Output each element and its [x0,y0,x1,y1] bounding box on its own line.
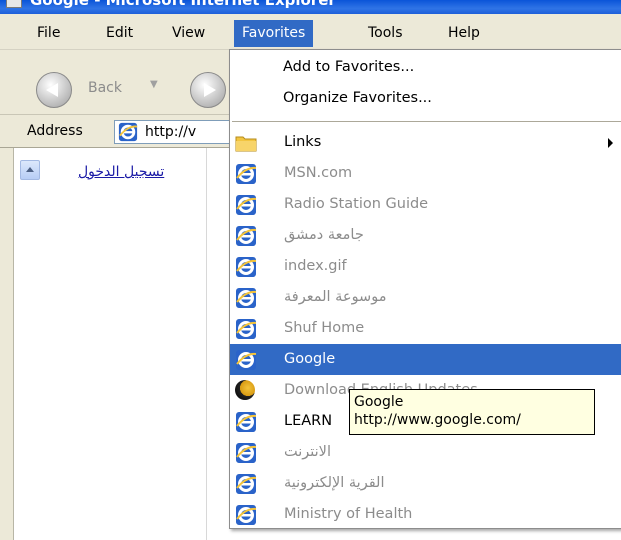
favorites-item-radio[interactable]: Radio Station Guide [230,189,621,220]
folder-icon [235,132,257,154]
ie-icon [235,411,257,433]
favorites-item-label: Links [284,134,322,150]
menu-tools[interactable]: Tools [360,20,411,47]
app-icon [6,0,22,8]
forward-arrow-icon[interactable] [190,72,226,108]
favorites-item-e-village[interactable]: القرية الإلكترونية [230,468,621,499]
scroll-up-icon[interactable] [20,160,40,180]
tooltip-title: Google [354,394,404,410]
back-dropdown-icon[interactable]: ▼ [150,79,158,90]
window-title: Google - Microsoft Internet Explorer [30,0,336,9]
favorites-item-label: الانترنت [284,444,331,460]
tooltip: Google http://www.google.com/ [349,389,595,435]
ie-icon [235,256,257,278]
ie-icon [235,442,257,464]
ie-icon [118,122,138,142]
menu-view[interactable]: View [164,20,213,47]
favorites-item-label: Shuf Home [284,320,365,336]
organize-favorites-item[interactable]: Organize Favorites... [230,83,621,114]
favorites-item-msn[interactable]: MSN.com [230,158,621,189]
address-text: http://v [145,124,197,140]
favorites-item-damascus-university[interactable]: جامعة دمشق [230,220,621,251]
page-left-edge [0,148,14,540]
favorites-dropdown: Add to Favorites... Organize Favorites..… [229,49,621,529]
favorites-item-label: MSN.com [284,165,353,181]
menu-separator [232,121,621,122]
divider [206,148,207,540]
back-button-label[interactable]: Back [88,80,122,96]
favorites-item-ministry-of-health[interactable]: Ministry of Health [230,499,621,530]
favorites-item-label: موسوعة المعرفة [284,289,387,305]
ie-icon [235,473,257,495]
ie-icon [235,318,257,340]
title-bar: Google - Microsoft Internet Explorer [0,0,621,14]
menu-help[interactable]: Help [440,20,488,47]
back-arrow-icon[interactable] [36,72,72,108]
favorites-item-label: القرية الإلكترونية [284,475,385,491]
submenu-arrow-icon [608,138,613,148]
address-label: Address [27,123,83,139]
favorites-item-internet[interactable]: الانترنت [230,437,621,468]
menu-file[interactable]: File [29,20,68,47]
favorites-item-links[interactable]: Links [230,127,621,158]
ie-icon [235,504,257,526]
ie-icon [235,194,257,216]
menu-favorites[interactable]: Favorites [234,20,314,47]
favorites-item-index-gif[interactable]: index.gif [230,251,621,282]
ie-icon [235,225,257,247]
organize-favorites-label: Organize Favorites... [283,90,432,106]
favorites-item-label: Ministry of Health [284,506,413,522]
favorites-item-label: Radio Station Guide [284,196,429,212]
ie-icon [235,349,257,371]
favorites-item-google[interactable]: Google [230,344,621,375]
favorites-item-label: جامعة دمشق [284,227,364,243]
tooltip-url: http://www.google.com/ [354,412,521,428]
menu-bar: File Edit View Favorites Tools Help [0,14,621,50]
ie-icon [235,163,257,185]
favorites-item-label: index.gif [284,258,347,274]
ie-icon [235,287,257,309]
favorites-item-label: Google [284,351,336,367]
moon-icon [235,380,257,402]
add-to-favorites-label: Add to Favorites... [283,59,415,75]
favorites-item-label: LEARN [284,413,333,429]
menu-edit[interactable]: Edit [98,20,141,47]
favorites-item-shuf-home[interactable]: Shuf Home [230,313,621,344]
add-to-favorites-item[interactable]: Add to Favorites... [230,52,621,83]
login-link[interactable]: تسجيل الدخول [78,164,164,180]
favorites-item-marefa[interactable]: موسوعة المعرفة [230,282,621,313]
